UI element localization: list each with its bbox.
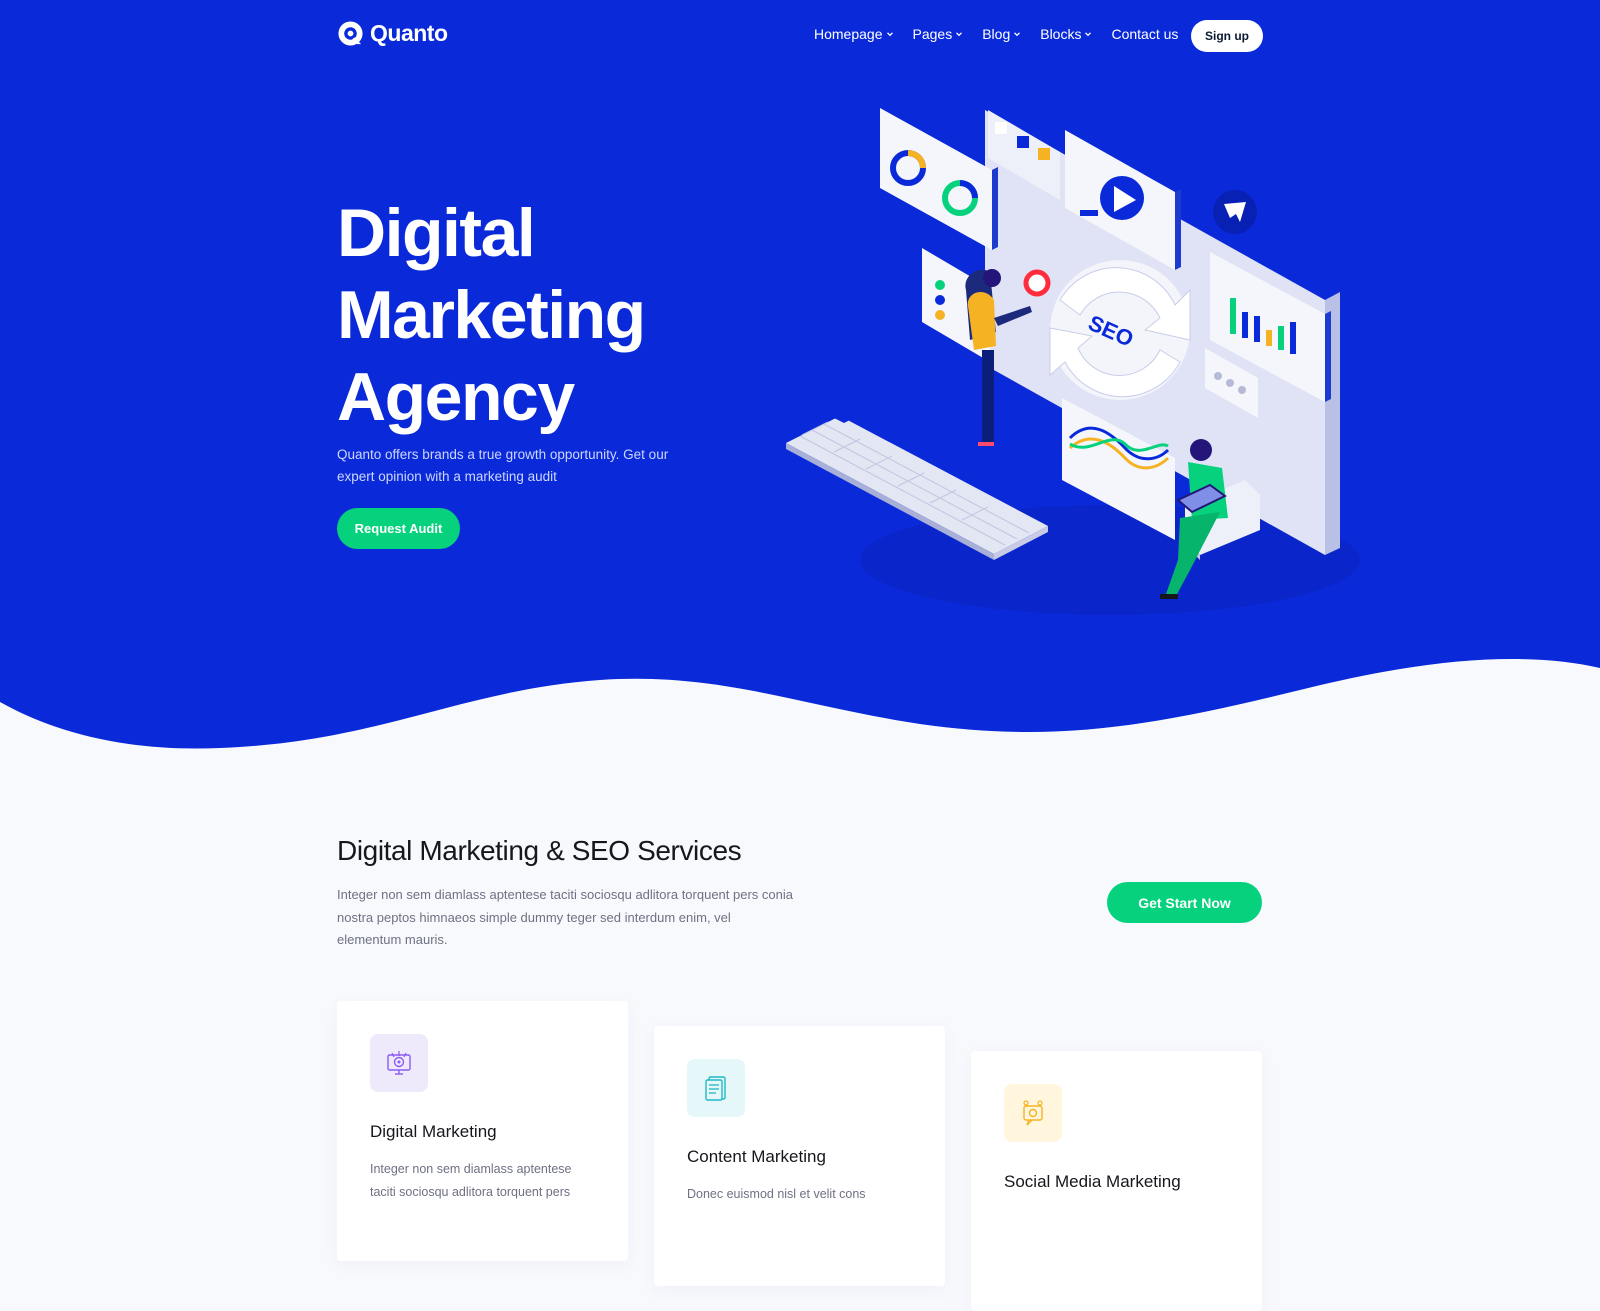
document-icon xyxy=(705,1076,726,1101)
card-icon-container xyxy=(687,1059,745,1117)
nav-item-homepage[interactable]: Homepage xyxy=(814,26,894,42)
brand-name: Quanto xyxy=(370,20,448,46)
request-audit-button[interactable]: Request Audit xyxy=(337,508,460,549)
services-description: Integer non sem diamlass aptentese tacit… xyxy=(337,887,793,947)
main-menu: Homepage Pages Blog Blocks Contact us xyxy=(814,26,1197,42)
location-pin-icon xyxy=(1023,269,1051,297)
hero-subtitle: Quanto offers brands a true growth oppor… xyxy=(337,447,669,484)
top-navbar: Quanto Homepage Pages Blog Blocks Contac… xyxy=(0,0,1600,72)
hero-title-line: Digital xyxy=(337,195,536,271)
nav-item-label: Blocks xyxy=(1040,26,1082,42)
service-card-content-marketing[interactable]: Content Marketing Donec euismod nisl et … xyxy=(654,1026,945,1286)
get-start-now-button[interactable]: Get Start Now xyxy=(1107,882,1262,923)
service-card-digital-marketing[interactable]: Digital Marketing Integer non sem diamla… xyxy=(337,1001,628,1261)
nav-item-blocks[interactable]: Blocks xyxy=(1040,26,1092,42)
nav-item-label: Pages xyxy=(912,26,953,42)
hero-section: Quanto Homepage Pages Blog Blocks Contac… xyxy=(0,0,1600,760)
card-icon-container xyxy=(370,1034,428,1092)
nav-item-label: Homepage xyxy=(814,26,883,42)
card-text: Donec euismod nisl et velit cons xyxy=(687,1187,866,1201)
monitor-target-icon xyxy=(387,1051,411,1075)
nav-item-label: Blog xyxy=(982,26,1011,42)
brand-logo[interactable]: Quanto xyxy=(337,20,448,47)
chevron-down-icon xyxy=(1014,32,1021,37)
q-logo-icon xyxy=(338,21,363,46)
nav-item-label: Contact us xyxy=(1111,26,1179,42)
chevron-down-icon xyxy=(956,32,963,37)
services-title: Digital Marketing & SEO Services xyxy=(337,835,742,866)
hero-title-line: Agency xyxy=(337,359,575,435)
nav-item-pages[interactable]: Pages xyxy=(913,26,964,42)
card-title: Social Media Marketing xyxy=(1004,1172,1181,1191)
chevron-down-icon xyxy=(886,32,893,37)
card-title: Digital Marketing xyxy=(370,1122,497,1141)
card-title: Content Marketing xyxy=(687,1147,826,1166)
donut-chart-panel xyxy=(880,108,998,250)
card-text: Integer non sem diamlass aptentese tacit… xyxy=(370,1162,572,1199)
card-icon-container xyxy=(1004,1084,1062,1142)
service-card-social-media-marketing[interactable]: Social Media Marketing xyxy=(971,1051,1262,1311)
hero-title-line: Marketing xyxy=(337,277,646,353)
cursor-bubble xyxy=(1213,190,1257,234)
nav-item-blog[interactable]: Blog xyxy=(982,26,1021,42)
nav-item-contact[interactable]: Contact us xyxy=(1111,26,1178,42)
social-media-icon xyxy=(1023,1100,1043,1126)
hero-illustration: SEO xyxy=(786,108,1360,615)
hero-title: Digital Marketing Agency xyxy=(337,192,737,438)
signup-button[interactable]: Sign up xyxy=(1191,20,1263,52)
seo-refresh-graphic: SEO xyxy=(1049,260,1191,400)
chevron-down-icon xyxy=(1085,32,1092,37)
